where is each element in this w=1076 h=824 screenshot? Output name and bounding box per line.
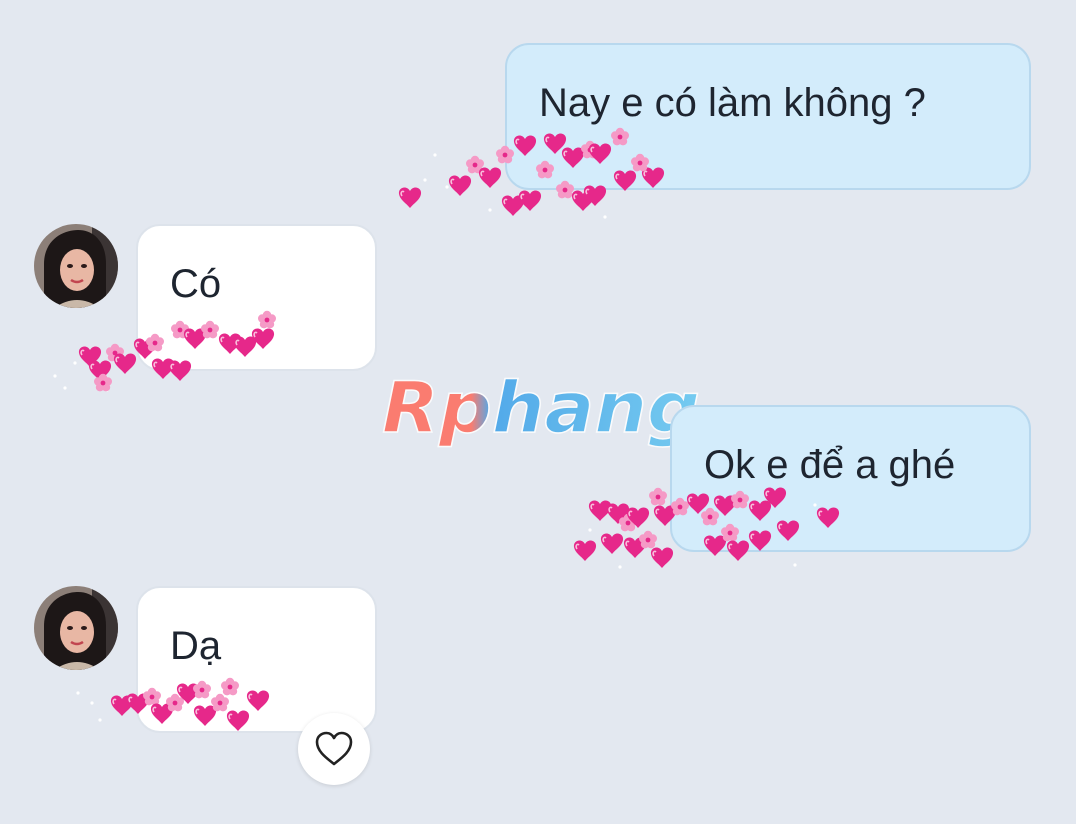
message-bubble-incoming[interactable]: Có bbox=[136, 224, 377, 371]
message-text: Có bbox=[170, 262, 222, 306]
rphang-watermark-logo: Rphang bbox=[381, 368, 701, 450]
contact-avatar[interactable] bbox=[34, 224, 118, 308]
contact-avatar[interactable] bbox=[34, 586, 118, 670]
message-bubble-outgoing[interactable]: Nay e có làm không ? bbox=[505, 43, 1031, 190]
react-heart-button[interactable] bbox=[298, 713, 370, 785]
message-text: Ok e để a ghé bbox=[704, 443, 956, 487]
message-bubble-incoming[interactable]: Dạ bbox=[136, 586, 377, 733]
message-text: Dạ bbox=[170, 624, 222, 668]
watermark-text: Rphang bbox=[382, 368, 700, 449]
heart-outline-icon bbox=[315, 731, 353, 766]
message-bubble-outgoing[interactable]: Ok e để a ghé bbox=[670, 405, 1031, 552]
message-text: Nay e có làm không ? bbox=[539, 81, 926, 125]
